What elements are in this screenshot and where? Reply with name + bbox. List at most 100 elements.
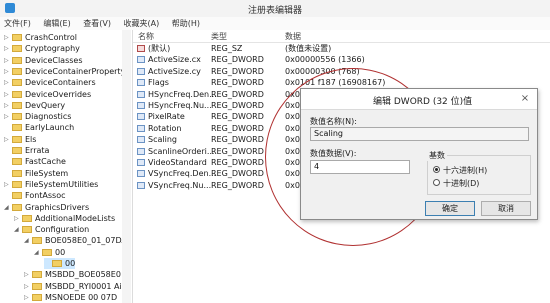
tree-node[interactable]: Errata [4, 145, 49, 156]
expand-arrow-icon[interactable]: ▷ [4, 134, 12, 145]
expand-arrow-icon[interactable]: ▷ [24, 269, 32, 280]
hex-radio-label[interactable]: 十六进制(H) [443, 165, 487, 176]
value-row[interactable]: ActiveSize.cy REG_DWORD 0x00000300 (768) [133, 66, 550, 77]
value-data: 0x0 [285, 89, 300, 99]
expand-arrow-icon[interactable]: ▷ [24, 281, 32, 292]
close-icon[interactable]: × [518, 92, 532, 105]
expand-arrow-icon[interactable]: ◢ [4, 202, 12, 213]
value-name-field[interactable]: Scaling [310, 127, 529, 141]
tree-scrollbar[interactable] [122, 30, 131, 303]
expand-arrow-icon[interactable]: ▷ [14, 213, 22, 224]
tree-node[interactable]: ▷ MSBDD_RYI0001 Ai [24, 281, 122, 292]
value-row[interactable]: Flags REG_DWORD 0x0101 f187 (16908167) [133, 77, 550, 88]
value-row[interactable]: ActiveSize.cx REG_DWORD 0x00000556 (1366) [133, 54, 550, 65]
dialog-title-bar: 编辑 DWORD (32 位)值 × [301, 89, 537, 110]
folder-icon [12, 113, 22, 121]
tree-node[interactable]: ▷ DevQuery [4, 100, 65, 111]
tree-node[interactable]: FileSystem [4, 168, 68, 179]
value-name: ActiveSize.cy [148, 66, 201, 76]
column-header-data[interactable]: 数据 [285, 31, 301, 42]
tree-node-label: Cryptography [25, 44, 80, 54]
tree-node-label: DeviceOverrides [25, 89, 92, 99]
folder-icon [12, 101, 22, 109]
menu-bar: 文件(F) 编辑(E) 查看(V) 收藏夹(A) 帮助(H) [0, 17, 550, 30]
binary-value-icon [137, 124, 145, 132]
expand-arrow-icon[interactable]: ◢ [14, 224, 22, 235]
tree-node[interactable]: ▷ CrashControl [4, 32, 77, 43]
menu-view[interactable]: 查看(V) [79, 17, 117, 29]
value-type: REG_DWORD [211, 78, 264, 88]
tree-node-label: FileSystemUtilities [25, 179, 99, 189]
tree-node[interactable]: EarlyLaunch [4, 122, 74, 133]
column-header-type[interactable]: 类型 [211, 31, 227, 42]
menu-help[interactable]: 帮助(H) [168, 17, 206, 29]
value-name: HSyncFreq.Nu... [148, 101, 212, 110]
expand-arrow-icon[interactable]: ▷ [4, 111, 12, 122]
folder-icon [32, 271, 42, 279]
value-name: Rotation [148, 123, 182, 133]
value-type: REG_DWORD [211, 66, 264, 76]
tree-node[interactable]: ▷ AdditionalModeLists [14, 213, 115, 224]
value-data: 0x0101 f187 (16908167) [285, 78, 386, 88]
expand-arrow-icon[interactable]: ▷ [4, 89, 12, 100]
value-row[interactable]: (默认) REG_SZ (数值未设置) [133, 43, 550, 54]
value-name: ActiveSize.cx [148, 55, 201, 65]
decimal-radio[interactable] [433, 179, 440, 186]
tree-node[interactable]: ▷ Diagnostics [4, 111, 71, 122]
binary-value-icon [137, 159, 145, 166]
expand-arrow-icon[interactable]: ▷ [24, 292, 32, 303]
expand-arrow-icon[interactable]: ▷ [4, 43, 12, 54]
column-header-name[interactable]: 名称 [138, 31, 154, 42]
value-type: REG_DWORD [211, 169, 264, 179]
expand-arrow-icon[interactable]: ▷ [4, 32, 12, 43]
menu-edit[interactable]: 编辑(E) [39, 17, 76, 29]
tree-node[interactable]: ◢ 00 [34, 247, 65, 258]
menu-favorites[interactable]: 收藏夹(A) [120, 17, 166, 29]
tree-node[interactable]: FastCache [4, 156, 66, 167]
decimal-radio-label[interactable]: 十进制(D) [443, 178, 479, 189]
binary-value-icon [137, 67, 145, 75]
tree-node[interactable]: FontAssoc [4, 190, 66, 201]
expand-arrow-icon[interactable]: ▷ [4, 77, 12, 88]
tree-node-label: DevQuery [25, 100, 66, 110]
hex-radio[interactable] [433, 166, 440, 173]
tree-node[interactable]: ◢ Configuration [14, 224, 89, 235]
folder-icon [12, 124, 22, 132]
tree-node[interactable]: ▷ DeviceContainerPropertyl [4, 66, 128, 77]
tree-node[interactable]: ▷ DeviceOverrides [4, 89, 91, 100]
dialog-title: 编辑 DWORD (32 位)值 [373, 97, 473, 107]
tree-node-label: FileSystem [25, 168, 69, 178]
tree-node[interactable]: ▷ Els [4, 134, 36, 145]
tree-node-label: 00 [55, 247, 66, 257]
value-type: REG_DWORD [211, 158, 264, 167]
registry-key-tree[interactable]: ▷ CrashControl ▷ Cryptography ▷ DeviceClasses… [0, 30, 133, 303]
value-name: HSyncFreq.Den... [148, 89, 217, 99]
value-name: (默认) [148, 44, 171, 53]
cancel-button[interactable]: 取消 [481, 201, 531, 216]
expand-arrow-icon[interactable]: ▷ [4, 55, 12, 66]
expand-arrow-icon[interactable]: ◢ [24, 235, 32, 246]
folder-icon [22, 214, 32, 222]
tree-node[interactable]: ▷ MSBDD_BOE058E0 [24, 269, 121, 280]
tree-node-label: BOE058E0_01_07DA [45, 236, 127, 246]
folder-icon [22, 226, 32, 234]
folder-icon [12, 192, 22, 200]
tree-node[interactable]: ▷ DeviceContainers [4, 77, 96, 88]
tree-node[interactable]: 00 [44, 258, 76, 269]
menu-file[interactable]: 文件(F) [0, 17, 37, 29]
tree-node-label: MSBDD_BOE058E0 [45, 270, 121, 280]
tree-node-label: FontAssoc [25, 191, 66, 201]
tree-node[interactable]: ◢ GraphicsDrivers [4, 202, 89, 213]
expand-arrow-icon[interactable]: ▷ [4, 66, 12, 77]
tree-node[interactable]: ▷ Cryptography [4, 43, 80, 54]
tree-node[interactable]: ▷ MSNOEDE 00 07D [24, 292, 117, 303]
expand-arrow-icon[interactable]: ◢ [34, 247, 42, 258]
expand-arrow-icon[interactable]: ▷ [4, 100, 12, 111]
tree-node[interactable]: ◢ BOE058E0_01_07DA [24, 235, 127, 246]
value-data-input[interactable]: 4 [310, 160, 410, 174]
expand-arrow-icon[interactable]: ▷ [4, 179, 12, 190]
tree-node[interactable]: ▷ DeviceClasses [4, 55, 83, 66]
ok-button[interactable]: 确定 [425, 201, 475, 216]
tree-node[interactable]: ▷ FileSystemUtilities [4, 179, 98, 190]
title-bar: 注册表编辑器 [0, 0, 550, 18]
